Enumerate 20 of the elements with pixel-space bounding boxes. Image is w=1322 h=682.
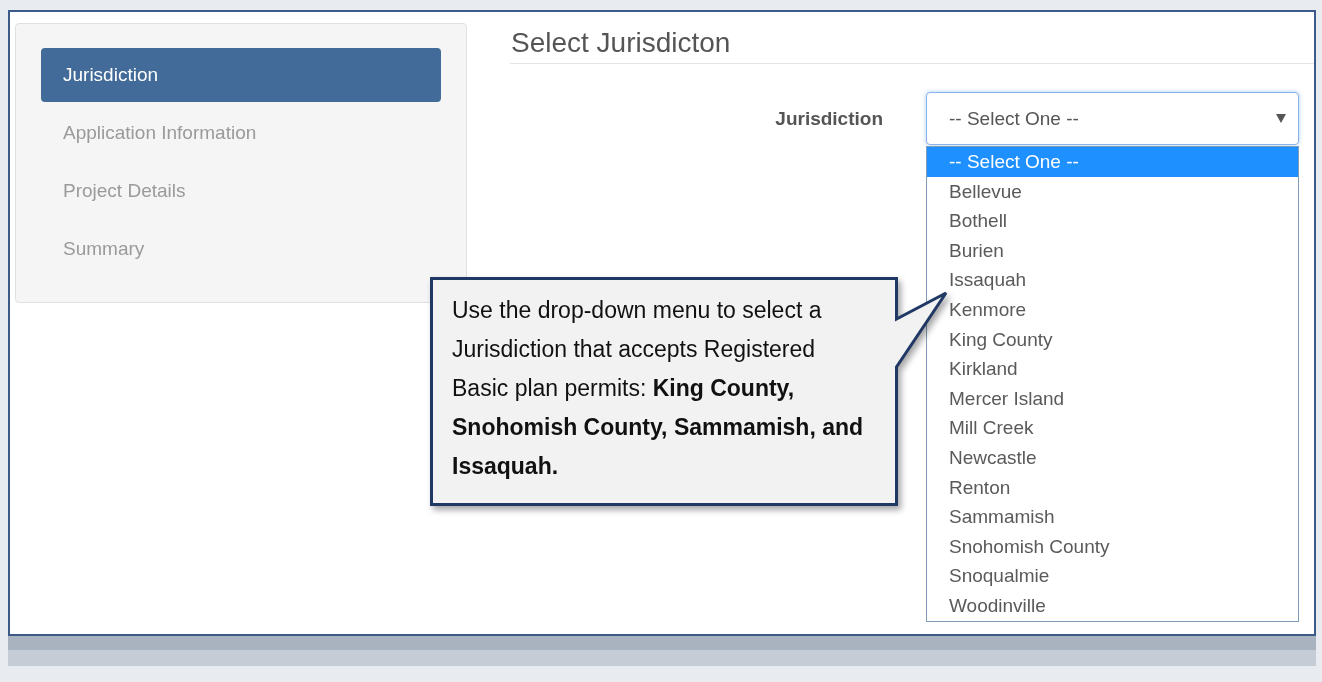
sidebar-item[interactable]: Jurisdiction — [41, 48, 441, 102]
page-heading: Select Jurisdicton — [510, 23, 1314, 64]
field-label: Jurisdiction — [775, 107, 883, 131]
dropdown-option[interactable]: Bothell — [927, 206, 1298, 236]
dropdown-option[interactable]: Sammamish — [927, 502, 1298, 532]
caret-icon — [1276, 114, 1286, 123]
dropdown-option[interactable]: Snohomish County — [927, 531, 1298, 562]
dropdown-option[interactable]: Issaquah — [927, 265, 1298, 295]
dropdown-option[interactable]: Renton — [927, 472, 1298, 503]
callout-text: Use the drop-down menu to select a Jurisdiction that accepts Registered Basic plan permits: King County, Snohomish County, Sammamish, and Issaquah. — [452, 296, 865, 481]
dropdown-option[interactable]: Mill Creek — [927, 413, 1298, 443]
dropdown-option[interactable]: Burien — [927, 235, 1298, 266]
dropdown-option[interactable]: King County — [927, 324, 1298, 355]
dropdown-option[interactable]: Woodinville — [927, 590, 1298, 621]
dropdown-option[interactable]: Mercer Island — [927, 383, 1298, 414]
dropdown-option[interactable]: Snoqualmie — [927, 561, 1298, 591]
jurisdiction-select[interactable]: -- Select One -- — [926, 92, 1299, 145]
dropdown-option[interactable]: Kirkland — [927, 354, 1298, 384]
dropdown-option[interactable]: Newcastle — [927, 442, 1298, 473]
dropdown-option[interactable]: Bellevue — [927, 176, 1298, 207]
